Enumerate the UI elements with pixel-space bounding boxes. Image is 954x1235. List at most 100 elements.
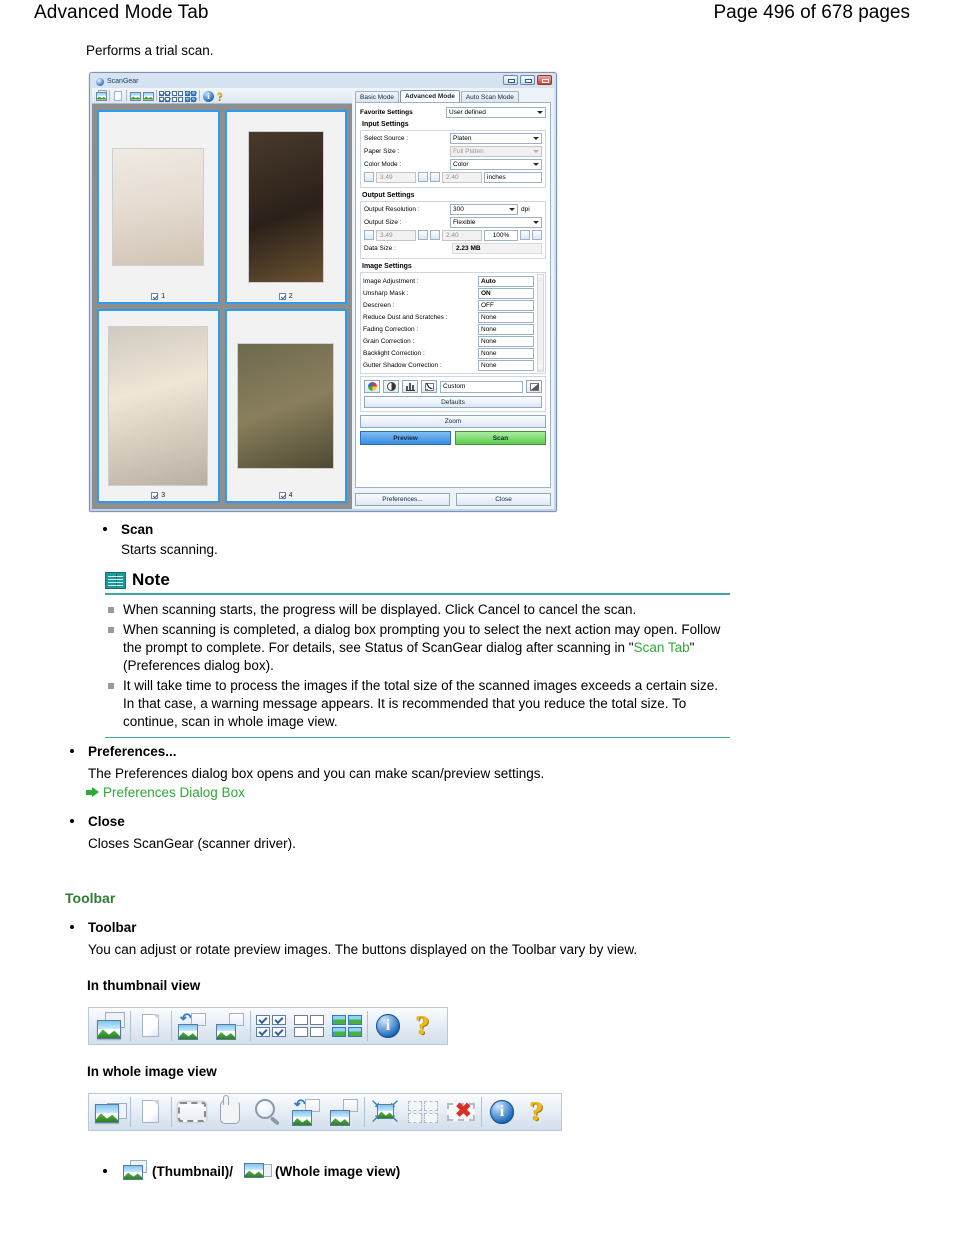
thumbnail-frame[interactable]: 3	[97, 309, 220, 503]
scan-bullet-title: Scan	[121, 522, 154, 537]
thumbnail-checkbox[interactable]	[151, 293, 159, 300]
deselect-all-frames-icon[interactable]	[290, 1009, 328, 1043]
scangear-titlebar: ScanGear	[92, 75, 554, 88]
rotate-left-icon[interactable]: ↶	[287, 1095, 325, 1129]
defaults-button[interactable]: Defaults	[364, 396, 542, 408]
thumbnail-image	[112, 148, 205, 266]
grain-correction-select[interactable]: None	[478, 335, 534, 347]
scan-bullet-text: Starts scanning.	[121, 542, 218, 557]
tone-curve-icon[interactable]	[421, 380, 437, 393]
help-icon[interactable]: ?	[215, 89, 227, 102]
whole-image-view-icon[interactable]	[242, 1160, 272, 1182]
select-source-select[interactable]: Platen	[450, 132, 542, 144]
gutter-shadow-select[interactable]: None	[478, 359, 534, 371]
color-mode-select[interactable]: Color	[450, 158, 542, 170]
spinner-icon[interactable]	[520, 230, 530, 240]
image-settings-scrollbar[interactable]	[537, 274, 544, 372]
input-unit-select[interactable]: inches	[484, 171, 542, 183]
image-adjustment-select[interactable]: Auto	[478, 275, 534, 287]
output-size-select[interactable]: Flexible	[450, 216, 542, 228]
select-all-frames-icon[interactable]	[159, 90, 171, 102]
output-scale-field[interactable]: 100%	[484, 229, 518, 241]
favorite-settings-select[interactable]: User defined	[446, 106, 546, 118]
rotate-right-icon[interactable]	[142, 90, 154, 102]
select-all-frames-icon[interactable]	[252, 1009, 290, 1043]
select-all-crop-frames-icon[interactable]	[404, 1095, 442, 1129]
info-icon[interactable]: i	[483, 1095, 521, 1129]
output-height-field[interactable]: 2.40	[442, 229, 482, 241]
rotate-left-icon[interactable]	[129, 90, 141, 102]
custom-settings-value: Custom	[443, 383, 466, 390]
thumbnail-frame[interactable]: 4	[224, 309, 347, 503]
backlight-correction-label: Backlight Correction :	[363, 349, 425, 357]
scroll-up-icon[interactable]	[538, 275, 543, 281]
unsharp-mask-label: Unsharp Mask :	[363, 289, 409, 297]
maximize-icon[interactable]	[520, 75, 535, 85]
lock-ratio-icon[interactable]	[532, 230, 542, 240]
input-dimensions-row: 3.49 2.40 inches	[364, 171, 542, 183]
chevron-down-icon	[533, 149, 539, 153]
unsharp-mask-select[interactable]: ON	[478, 287, 534, 299]
thumbnail-checkbox[interactable]	[278, 492, 286, 499]
note-item: When scanning is completed, a dialog box…	[105, 621, 730, 675]
color-adjustment-icon[interactable]	[364, 380, 380, 393]
crop-icon[interactable]	[173, 1095, 211, 1129]
custom-settings-select[interactable]: Custom	[440, 380, 523, 393]
output-resolution-row: Output Resolution : 300 dpi	[364, 203, 542, 215]
dpi-unit-label: dpi	[521, 205, 530, 213]
histogram-icon[interactable]	[402, 380, 418, 393]
deselect-all-frames-icon[interactable]	[172, 90, 184, 102]
input-height-field[interactable]: 2.40	[442, 171, 482, 183]
reduce-dust-select[interactable]: None	[478, 311, 534, 323]
minimize-icon[interactable]	[503, 75, 518, 85]
note-item-text: When scanning is completed, a dialog box…	[123, 621, 721, 655]
info-icon[interactable]: i	[369, 1009, 407, 1043]
whole-image-view-icon[interactable]	[91, 1095, 129, 1129]
rotate-right-icon[interactable]: ↷	[325, 1095, 363, 1129]
close-button[interactable]: Close	[456, 493, 551, 506]
select-all-images-icon[interactable]	[328, 1009, 366, 1043]
thumbnail-view-icon[interactable]	[91, 1009, 129, 1043]
input-width-field[interactable]: 3.49	[376, 171, 416, 183]
page-number-label: Page 496 of 678 pages	[713, 2, 910, 23]
close-icon[interactable]	[537, 75, 552, 85]
rotate-right-icon[interactable]: ↷	[211, 1009, 249, 1043]
remove-crop-frame-icon[interactable]: ✖	[442, 1095, 480, 1129]
thumbnail-frame[interactable]: 1	[97, 110, 220, 304]
thumbnail-view-icon[interactable]	[95, 89, 107, 102]
clear-icon[interactable]	[132, 1095, 170, 1129]
backlight-correction-select[interactable]: None	[478, 347, 534, 359]
reduce-dust-label: Reduce Dust and Scratches :	[363, 313, 448, 321]
select-all-images-icon[interactable]	[185, 90, 197, 102]
auto-crop-icon[interactable]: ↘ ↙ ↗ ↖	[366, 1095, 404, 1129]
thumbnail-frame[interactable]: 2	[224, 110, 347, 304]
help-icon[interactable]: ?	[407, 1009, 445, 1043]
rotate-left-icon[interactable]: ↶	[173, 1009, 211, 1043]
thumbnail-checkbox[interactable]	[151, 492, 159, 499]
clear-icon[interactable]	[112, 90, 124, 102]
thumbnail-checkbox[interactable]	[278, 293, 286, 300]
output-width-field[interactable]: 3.49	[376, 229, 416, 241]
preferences-button[interactable]: Preferences...	[355, 493, 450, 506]
zoom-button[interactable]: Zoom	[360, 415, 546, 428]
fading-correction-select[interactable]: None	[478, 323, 534, 335]
scroll-down-icon[interactable]	[538, 365, 543, 371]
preview-button[interactable]: Preview	[360, 431, 451, 445]
brightness-contrast-icon[interactable]	[383, 380, 399, 393]
info-icon[interactable]: i	[202, 90, 214, 102]
preferences-dialog-link[interactable]: Preferences Dialog Box	[86, 785, 245, 800]
note-top-divider	[105, 593, 730, 595]
width-icon	[364, 172, 374, 182]
chain-link-icon	[418, 230, 428, 240]
scan-button[interactable]: Scan	[455, 431, 546, 445]
move-image-icon[interactable]	[211, 1095, 249, 1129]
descreen-select[interactable]: OFF	[478, 299, 534, 311]
lock-ratio-icon[interactable]	[418, 172, 428, 182]
zoom-in-icon[interactable]	[249, 1095, 287, 1129]
final-review-icon[interactable]	[526, 380, 542, 393]
clear-icon[interactable]	[132, 1009, 170, 1043]
help-icon[interactable]: ?	[521, 1095, 559, 1129]
output-resolution-select[interactable]: 300	[450, 203, 518, 215]
scan-tab-link[interactable]: Scan Tab	[634, 640, 690, 655]
thumbnail-view-icon[interactable]	[119, 1160, 149, 1182]
